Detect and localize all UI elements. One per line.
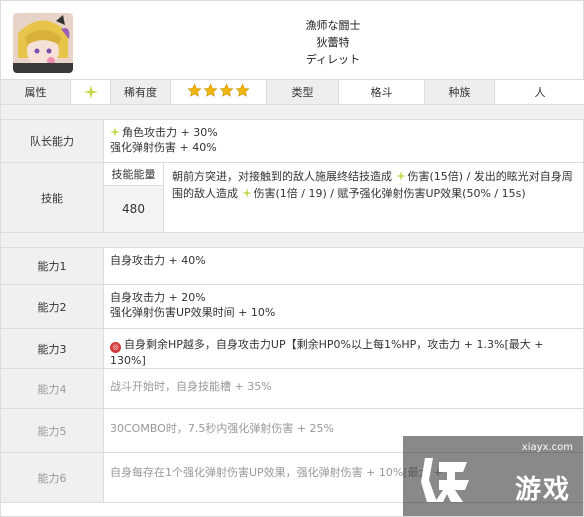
- star-icon: [234, 83, 250, 97]
- rarity-label: 稀有度: [111, 80, 171, 104]
- skill-label: 技能: [1, 163, 104, 232]
- sparkle-icon: [110, 127, 120, 137]
- ability-line: 自身攻击力 + 40%: [110, 254, 206, 267]
- sparkle-icon: [241, 188, 252, 198]
- attribute-label: 属性: [1, 80, 71, 104]
- rarity-stars: [186, 83, 251, 101]
- skill-description: 朝前方突进，对接触到的敌人施展终结技造成 伤害(15倍) / 发出的眩光对自身周…: [164, 163, 584, 232]
- ability-row-2: 能力2 自身攻击力 + 20% 强化弹射伤害UP效果时间 + 10%: [1, 285, 584, 329]
- skill-row: 技能 技能能量 480 朝前方突进，对接触到的敌人施展终结技造成 伤害(15倍)…: [1, 163, 584, 233]
- ability-line: 自身攻击力 + 20%: [110, 291, 206, 304]
- race-value: 人: [495, 80, 584, 104]
- ability-text: ◎ 自身剩余HP越多，自身攻击力UP【剩余HP0%以上每1%HP，攻击力 + 1.…: [104, 329, 584, 368]
- star-icon: [202, 83, 218, 97]
- ability-label: 能力1: [1, 248, 104, 284]
- spacer: [1, 233, 584, 247]
- star-icon: [186, 83, 202, 97]
- energy-label: 技能能量: [104, 163, 163, 186]
- ability-line: 强化弹射伤害UP效果时间 + 10%: [110, 306, 276, 319]
- sparkle-icon: [395, 171, 406, 181]
- hp-badge-icon: ◎: [110, 342, 121, 353]
- name-katakana: ディレット: [305, 53, 361, 66]
- ability-label: 能力4: [1, 369, 104, 408]
- race-label: 种族: [425, 80, 495, 104]
- name-chinese: 狄蕾特: [316, 36, 350, 49]
- ability-line: 30COMBO时，7.5秒内强化弹射伤害 + 25%: [110, 422, 334, 435]
- character-card: 漁师な闘士 狄蕾特 ディレット 属性 稀有度 类型 格斗 种族 人 队长能力 角…: [0, 0, 584, 517]
- attribute-value: [71, 80, 111, 104]
- ability-label: 能力2: [1, 285, 104, 328]
- watermark-url: xiayx.com: [521, 442, 573, 453]
- sparkle-icon: [83, 85, 98, 99]
- leader-ability-row: 队长能力 角色攻击力 + 30% 强化弹射伤害 + 40%: [1, 119, 584, 163]
- watermark-logo: [421, 458, 469, 502]
- leader-ability-text: 角色攻击力 + 30% 强化弹射伤害 + 40%: [104, 120, 584, 162]
- skill-energy: 技能能量 480: [104, 163, 164, 232]
- rarity-value: [171, 80, 267, 104]
- ability-row-1: 能力1 自身攻击力 + 40%: [1, 247, 584, 285]
- ability-row-3: 能力3 ◎ 自身剩余HP越多，自身攻击力UP【剩余HP0%以上每1%HP，攻击力 …: [1, 329, 584, 369]
- ability-text: 战斗开始时，自身技能槽 + 35%: [104, 369, 584, 408]
- character-avatar: [13, 13, 73, 73]
- ability-line: 自身剩余HP越多，自身攻击力UP【剩余HP0%以上每1%HP，攻击力 + 1.3…: [110, 338, 544, 367]
- type-label: 类型: [267, 80, 339, 104]
- energy-value: 480: [104, 186, 163, 232]
- star-icon: [218, 83, 234, 97]
- skill-text-3: 伤害(1倍 / 19) / 赋予强化弹射伤害UP效果(50% / 15s): [253, 187, 526, 200]
- ability-text: 自身攻击力 + 20% 强化弹射伤害UP效果时间 + 10%: [104, 285, 584, 328]
- watermark: xiayx.com 游戏: [403, 436, 583, 516]
- leader-line-1: 角色攻击力 + 30%: [122, 126, 218, 139]
- watermark-text: 游戏: [514, 475, 571, 505]
- ability-label: 能力3: [1, 329, 104, 368]
- ability-row-4: 能力4 战斗开始时，自身技能槽 + 35%: [1, 369, 584, 409]
- ability-text: 自身攻击力 + 40%: [104, 248, 584, 284]
- ability-label: 能力6: [1, 453, 104, 502]
- character-names: 漁师な闘士 狄蕾特 ディレット: [81, 17, 584, 68]
- skill-body: 技能能量 480 朝前方突进，对接触到的敌人施展终结技造成 伤害(15倍) / …: [104, 163, 584, 232]
- leader-line-2: 强化弹射伤害 + 40%: [110, 141, 217, 154]
- ability-label: 能力5: [1, 409, 104, 452]
- spacer: [1, 105, 584, 119]
- name-japanese: 漁师な闘士: [305, 19, 361, 32]
- type-value: 格斗: [339, 80, 425, 104]
- card-header: 漁师な闘士 狄蕾特 ディレット: [1, 1, 584, 80]
- ability-line: 战斗开始时，自身技能槽 + 35%: [110, 380, 272, 393]
- leader-ability-label: 队长能力: [1, 120, 104, 162]
- attribute-row: 属性 稀有度 类型 格斗 种族 人: [1, 80, 584, 105]
- skill-text-1: 朝前方突进，对接触到的敌人施展终结技造成: [172, 170, 392, 183]
